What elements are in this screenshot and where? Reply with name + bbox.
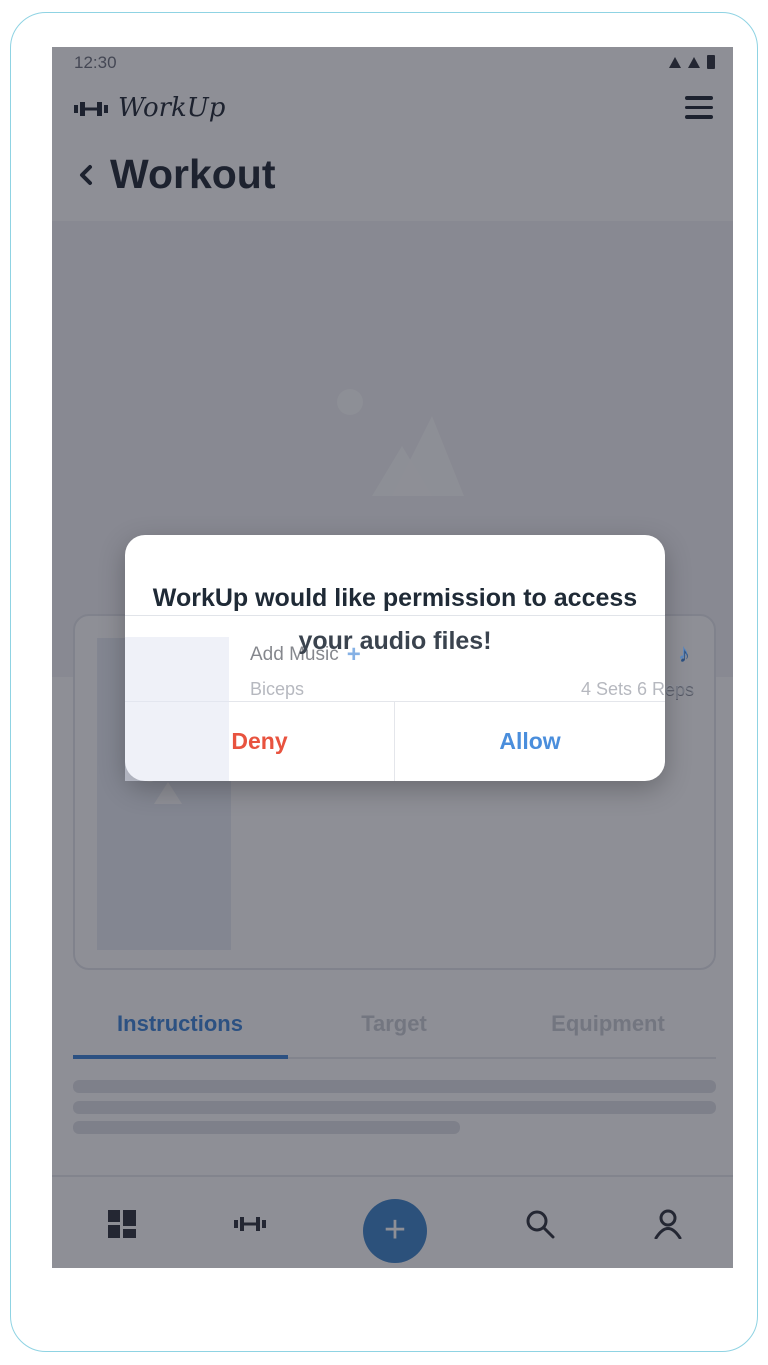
permission-dialog: WorkUp would like permission to access y… xyxy=(125,535,665,781)
permission-message: WorkUp would like permission to access y… xyxy=(152,584,638,655)
device-frame: 12:30 WorkUp Wo xyxy=(10,12,758,1352)
dialog-button-row: Deny Allow xyxy=(125,701,665,781)
allow-button[interactable]: Allow xyxy=(395,702,665,781)
app-screen: 12:30 WorkUp Wo xyxy=(52,47,733,1268)
deny-button[interactable]: Deny xyxy=(125,702,395,781)
